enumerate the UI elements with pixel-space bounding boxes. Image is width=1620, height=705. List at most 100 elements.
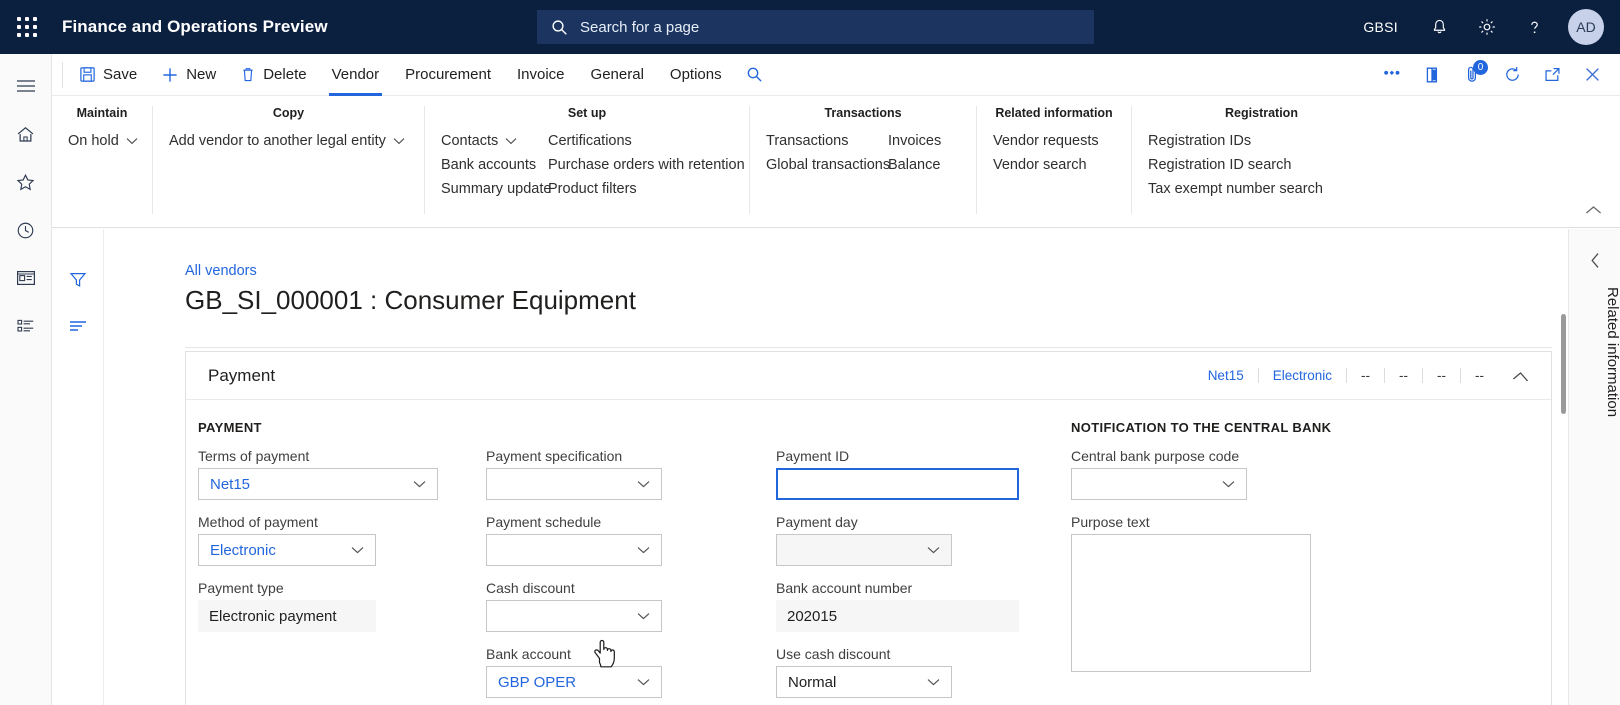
ribbon-item-bank-accounts[interactable]: Bank accounts — [441, 153, 548, 177]
chevron-down-icon[interactable] — [347, 546, 367, 554]
ribbon-item-vendor-requests[interactable]: Vendor requests — [993, 129, 1113, 153]
terms-of-payment-input[interactable]: Net15 — [198, 468, 438, 500]
field-label: Payment schedule — [486, 514, 602, 530]
save-icon — [79, 66, 96, 83]
chevron-down-icon[interactable] — [633, 612, 653, 620]
central-bank-purpose-code-input[interactable] — [1071, 468, 1247, 500]
find-icon[interactable] — [735, 54, 775, 96]
ribbon-collapse-button[interactable] — [1580, 199, 1606, 221]
ribbon-item-on-hold[interactable]: On hold — [68, 129, 152, 153]
bank-account-input[interactable]: GBP OPER — [486, 666, 662, 698]
new-button[interactable]: New — [149, 54, 228, 96]
ribbon-item-global-transactions[interactable]: Global transactions — [766, 153, 890, 177]
payment-day-input[interactable] — [776, 534, 952, 566]
ribbon-item-tax-exempt-number-search[interactable]: Tax exempt number search — [1148, 177, 1337, 201]
ribbon-item-vendor-search[interactable]: Vendor search — [993, 153, 1113, 177]
ribbon-item-balance[interactable]: Balance — [888, 153, 955, 177]
chevron-down-icon[interactable] — [1218, 480, 1238, 488]
ribbon-item-add-vendor-to-another-legal-entity[interactable]: Add vendor to another legal entity — [169, 129, 419, 153]
breadcrumb[interactable]: All vendors — [185, 263, 257, 279]
chevron-down-icon[interactable] — [633, 546, 653, 554]
open-in-new-window-icon[interactable] — [1532, 54, 1572, 96]
summary-field-4[interactable]: -- — [1384, 368, 1422, 383]
clock-icon[interactable] — [0, 206, 52, 254]
field-label: Payment type — [198, 580, 284, 596]
workspace-icon[interactable] — [0, 254, 52, 302]
ribbon-item-registration-ids[interactable]: Registration IDs — [1148, 129, 1337, 153]
fasttab-header[interactable]: Payment Net15 Electronic -- -- -- -- — [186, 352, 1551, 400]
chevron-down-icon — [126, 137, 138, 145]
ribbon-item-invoices[interactable]: Invoices — [888, 129, 955, 153]
chevron-down-icon[interactable] — [633, 480, 653, 488]
topbar-right-cluster: GBSI AD — [1345, 0, 1620, 54]
delete-button[interactable]: Delete — [228, 54, 318, 96]
gear-icon[interactable] — [1463, 0, 1511, 54]
summary-method-of-payment[interactable]: Electronic — [1257, 368, 1346, 383]
field-bank-account: Bank account GBP OPER — [486, 646, 776, 698]
ribbon-group-set-up: Set up Contacts Bank accounts Summary up… — [424, 106, 749, 214]
bank-account-number-value: 202015 — [776, 600, 1019, 632]
section-heading-central-bank: NOTIFICATION TO THE CENTRAL BANK — [1071, 420, 1332, 435]
ribbon-item-product-filters[interactable]: Product filters — [548, 177, 759, 201]
ribbon-item-summary-update[interactable]: Summary update — [441, 177, 551, 201]
close-icon[interactable] — [1572, 54, 1612, 96]
waffle-grid-icon[interactable] — [10, 16, 44, 38]
filter-icon[interactable] — [52, 257, 104, 303]
ribbon-item-transactions[interactable]: Transactions — [766, 129, 888, 153]
content-scrollbar-thumb[interactable] — [1561, 314, 1566, 414]
attachments-icon[interactable]: 0 — [1452, 54, 1492, 96]
related-information-label[interactable]: Related information — [1569, 287, 1620, 417]
ribbon-item-contacts[interactable]: Contacts — [441, 129, 548, 153]
payment-schedule-input[interactable] — [486, 534, 662, 566]
home-icon[interactable] — [0, 110, 52, 158]
search-icon — [551, 19, 568, 36]
method-of-payment-input[interactable]: Electronic — [198, 534, 376, 566]
tab-options[interactable]: Options — [657, 54, 735, 96]
field-value: Electronic payment — [209, 607, 337, 625]
fasttab-summary: Net15 Electronic -- -- -- -- — [1194, 368, 1529, 383]
fasttab-collapse-icon[interactable] — [1512, 371, 1529, 381]
field-label: Bank account — [486, 646, 571, 662]
field-central-bank-purpose-code: Central bank purpose code — [1071, 448, 1371, 500]
payment-id-input[interactable] — [776, 468, 1019, 500]
purpose-text-input[interactable] — [1071, 534, 1311, 672]
payment-specification-input[interactable] — [486, 468, 662, 500]
avatar[interactable]: AD — [1568, 9, 1604, 45]
action-pane: Save New Delete Vendor Procurement Invoi… — [52, 54, 1620, 96]
search-input[interactable]: Search for a page — [537, 10, 1094, 44]
chevron-left-icon[interactable] — [1569, 247, 1620, 273]
divider — [185, 347, 1552, 348]
company-selector[interactable]: GBSI — [1345, 0, 1416, 54]
question-icon[interactable] — [1511, 0, 1558, 54]
chevron-down-icon[interactable] — [409, 480, 429, 488]
field-label: Payment ID — [776, 448, 850, 464]
tab-invoice[interactable]: Invoice — [504, 54, 578, 96]
summary-field-3[interactable]: -- — [1346, 368, 1384, 383]
power-bi-icon[interactable] — [1372, 54, 1412, 96]
list-icon[interactable] — [0, 302, 52, 350]
cash-discount-input[interactable] — [486, 600, 662, 632]
ribbon-item-registration-id-search[interactable]: Registration ID search — [1148, 153, 1337, 177]
tab-general[interactable]: General — [578, 54, 657, 96]
lines-icon[interactable] — [52, 303, 104, 349]
save-button[interactable]: Save — [67, 54, 149, 96]
bell-icon[interactable] — [1416, 0, 1463, 54]
refresh-icon[interactable] — [1492, 54, 1532, 96]
chevron-down-icon[interactable] — [923, 678, 943, 686]
ribbon-item-certifications[interactable]: Certifications — [548, 129, 759, 153]
tab-procurement[interactable]: Procurement — [392, 54, 504, 96]
ribbon-item-purchase-orders-with-retention[interactable]: Purchase orders with retention — [548, 153, 759, 177]
action-pane-right-icons: 0 — [1372, 54, 1612, 96]
office-icon[interactable] — [1412, 54, 1452, 96]
tab-vendor[interactable]: Vendor — [319, 54, 393, 96]
chevron-down-icon[interactable] — [633, 678, 653, 686]
chevron-down-icon[interactable] — [923, 546, 943, 554]
summary-field-5[interactable]: -- — [1422, 368, 1460, 383]
summary-field-6[interactable]: -- — [1460, 368, 1498, 383]
star-icon[interactable] — [0, 158, 52, 206]
use-cash-discount-input[interactable]: Normal — [776, 666, 952, 698]
summary-terms-of-payment[interactable]: Net15 — [1194, 368, 1258, 383]
ribbon-group-title: Maintain — [76, 106, 128, 120]
hamburger-icon[interactable] — [0, 62, 52, 110]
tab-options-label: Options — [669, 66, 722, 83]
